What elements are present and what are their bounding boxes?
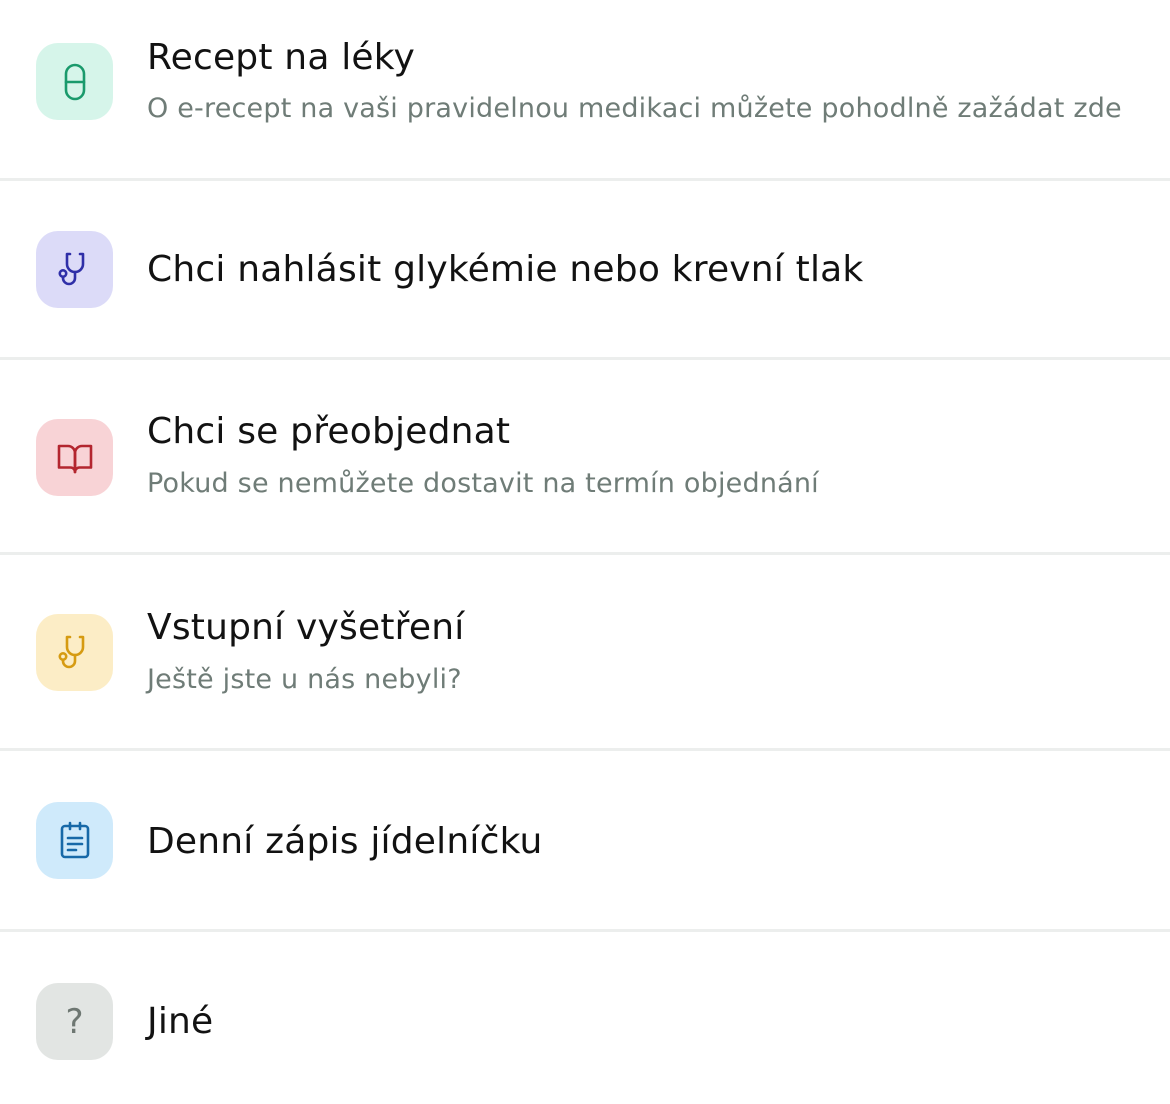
- icon-container: [36, 802, 113, 879]
- item-subtitle: Ještě jste u nás nebyli?: [147, 664, 462, 695]
- icon-container: [36, 43, 113, 120]
- question-icon: ?: [65, 1001, 84, 1042]
- icon-container: ?: [36, 983, 113, 1060]
- item-title: Jiné: [147, 1001, 214, 1042]
- item-title: Chci se přeobjednat: [147, 411, 511, 452]
- stethoscope-icon: [53, 248, 97, 292]
- icon-container: [36, 231, 113, 308]
- item-subtitle: O e-recept na vaši pravidelnou medikaci …: [147, 93, 1122, 124]
- stethoscope-icon: [53, 631, 97, 675]
- pill-icon: [53, 60, 97, 104]
- item-title: Vstupní vyšetření: [147, 607, 465, 648]
- list-item-prescription[interactable]: Recept na léky O e-recept na vaši pravid…: [0, 0, 1170, 180]
- item-title: Recept na léky: [147, 37, 416, 78]
- list-item-other[interactable]: ? Jiné: [0, 932, 1170, 1104]
- list-item-report-glycemia[interactable]: Chci nahlásit glykémie nebo krevní tlak: [0, 181, 1170, 358]
- list-item-reschedule[interactable]: Chci se přeobjednat Pokud se nemůžete do…: [0, 360, 1170, 553]
- icon-container: [36, 614, 113, 691]
- book-icon: [53, 436, 97, 480]
- list-item-initial-exam[interactable]: Vstupní vyšetření Ještě jste u nás nebyl…: [0, 555, 1170, 749]
- request-type-list: Recept na léky O e-recept na vaši pravid…: [0, 0, 1170, 1104]
- icon-container: [36, 419, 113, 496]
- item-title: Chci nahlásit glykémie nebo krevní tlak: [147, 249, 864, 290]
- item-subtitle: Pokud se nemůžete dostavit na termín obj…: [147, 468, 819, 499]
- item-title: Denní zápis jídelníčku: [147, 821, 543, 862]
- list-item-meal-diary[interactable]: Denní zápis jídelníčku: [0, 751, 1170, 930]
- clipboard-icon: [53, 819, 97, 863]
